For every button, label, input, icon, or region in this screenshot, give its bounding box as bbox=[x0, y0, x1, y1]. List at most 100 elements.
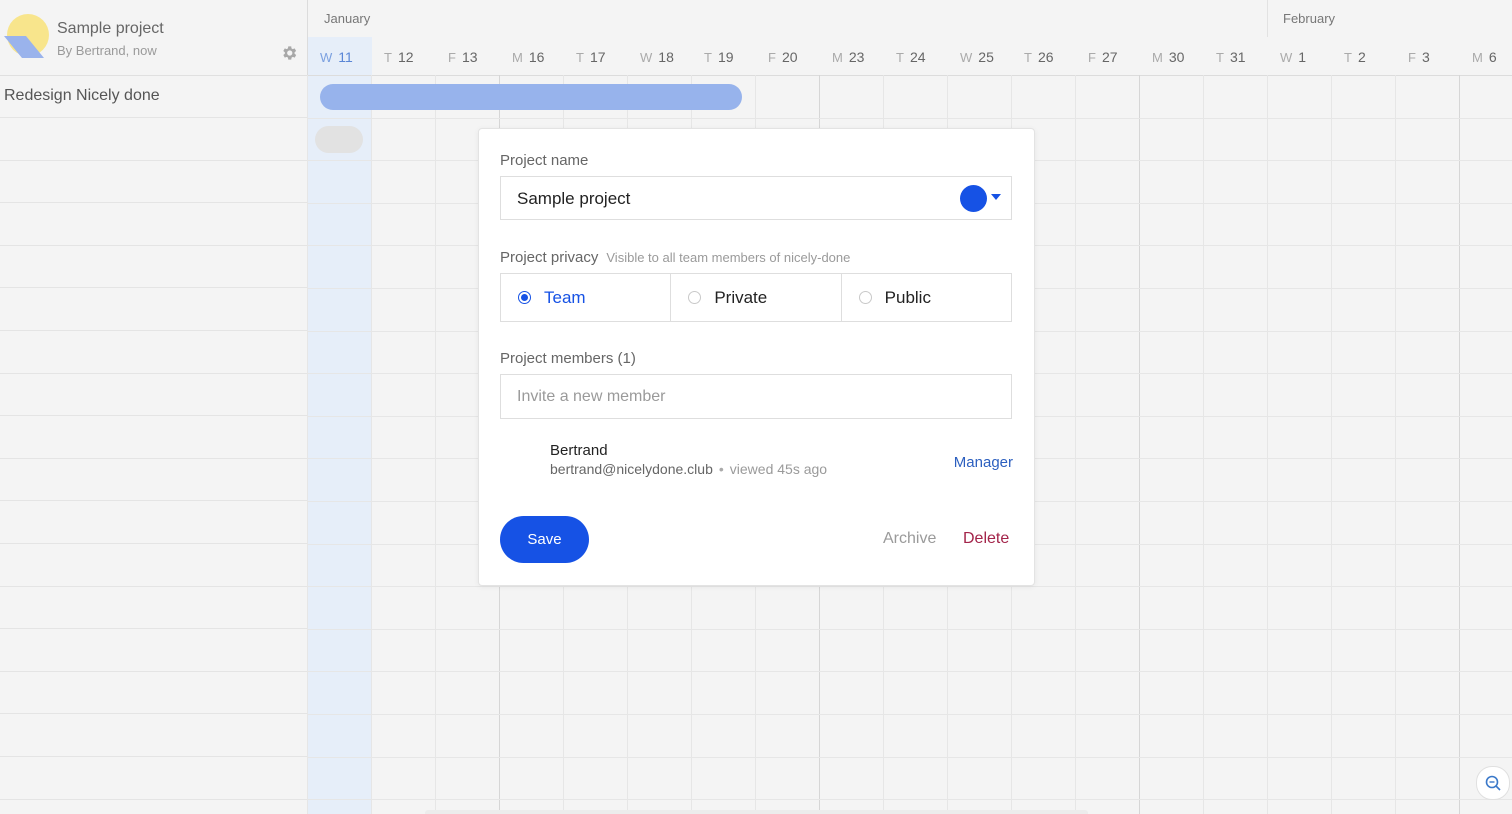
day-header-cell: F 27 bbox=[1076, 37, 1140, 75]
project-sidebar: Sample project By Bertrand, now Redesign… bbox=[0, 0, 308, 814]
privacy-option-private[interactable]: Private bbox=[670, 274, 840, 321]
day-number: 13 bbox=[461, 49, 478, 65]
day-number: 30 bbox=[1168, 49, 1185, 65]
day-number: 2 bbox=[1357, 49, 1366, 65]
member-email: bertrand@nicelydone.club bbox=[550, 461, 713, 477]
separator-dot: • bbox=[718, 461, 724, 477]
task-row-label: Redesign Nicely done bbox=[4, 87, 160, 104]
grid-row-line bbox=[308, 799, 1512, 801]
archive-button[interactable]: Archive bbox=[883, 530, 936, 548]
project-privacy-label: Project privacy bbox=[500, 249, 599, 266]
day-letter: T bbox=[704, 50, 712, 65]
day-number: 26 bbox=[1037, 49, 1054, 65]
task-row[interactable]: Redesign Nicely done bbox=[0, 75, 307, 118]
project-name-label: Project name bbox=[500, 152, 589, 169]
today-column bbox=[308, 75, 371, 814]
day-header-cell: F 13 bbox=[436, 37, 500, 75]
day-number: 18 bbox=[658, 49, 674, 65]
task-row bbox=[0, 416, 307, 459]
project-subtitle: By Bertrand, now bbox=[57, 43, 157, 58]
task-row bbox=[0, 373, 307, 417]
task-row bbox=[0, 245, 307, 289]
grid-column-line bbox=[1331, 75, 1332, 814]
day-number: 25 bbox=[978, 49, 994, 65]
day-letter: M bbox=[832, 50, 843, 65]
chevron-down-icon[interactable] bbox=[991, 194, 1001, 200]
day-header-cell: T 17 bbox=[564, 37, 628, 75]
privacy-option-label: Team bbox=[544, 288, 586, 307]
day-letter: F bbox=[768, 50, 776, 65]
day-letter: M bbox=[512, 50, 523, 65]
day-letter: F bbox=[1088, 50, 1096, 65]
member-name: Bertrand bbox=[550, 442, 608, 459]
grid-row-line bbox=[308, 117, 1512, 119]
grid-column-line bbox=[435, 75, 436, 814]
grid-row-line bbox=[308, 671, 1512, 673]
day-header: W 11 T 12 F 13 M 16 T 17 W 18 T 19 F 20 M 23 T 24 W 25 T 26 F 27 M… bbox=[308, 37, 1512, 76]
member-details: bertrand@nicelydone.club • viewed 45s ago bbox=[550, 461, 827, 477]
radio-button[interactable] bbox=[858, 291, 872, 304]
project-privacy-heading: Project privacy Visible to all team membe… bbox=[500, 249, 850, 266]
task-row bbox=[0, 118, 307, 161]
zoom-out-icon bbox=[1485, 775, 1501, 791]
grid-row-line bbox=[308, 628, 1512, 630]
day-header-cell: T 31 bbox=[1204, 37, 1268, 75]
day-number: 19 bbox=[717, 49, 734, 65]
day-letter: M bbox=[1472, 50, 1483, 65]
invite-member-input[interactable] bbox=[500, 374, 1012, 419]
day-header-cell: W 11 bbox=[308, 37, 372, 75]
privacy-option-public[interactable]: Public bbox=[840, 274, 1011, 321]
task-row bbox=[0, 544, 307, 587]
day-header-cell: T 12 bbox=[372, 37, 436, 75]
day-header-cell: T2 bbox=[1332, 37, 1396, 75]
task-row bbox=[0, 714, 307, 757]
day-number: 24 bbox=[909, 49, 926, 65]
grid-column-line bbox=[1075, 75, 1076, 814]
grid-row-line bbox=[308, 586, 1512, 588]
day-header-cell: M 23 bbox=[820, 37, 884, 75]
project-color-swatch[interactable] bbox=[960, 185, 987, 212]
member-role-dropdown[interactable]: Manager bbox=[954, 454, 1013, 471]
day-header-cell: W 18 bbox=[628, 37, 692, 75]
day-number: 12 bbox=[397, 49, 414, 65]
day-letter: W bbox=[320, 50, 333, 65]
privacy-option-team[interactable]: Team bbox=[501, 274, 670, 321]
day-letter: F bbox=[1408, 50, 1416, 65]
day-letter: T bbox=[896, 50, 904, 65]
project-name-field bbox=[500, 176, 1012, 220]
gear-icon[interactable] bbox=[280, 44, 298, 62]
task-row bbox=[0, 160, 307, 204]
grid-column-line bbox=[307, 75, 308, 814]
day-letter: T bbox=[1024, 50, 1032, 65]
delete-button[interactable]: Delete bbox=[963, 530, 1009, 548]
task-bar[interactable] bbox=[320, 84, 742, 110]
day-number: 11 bbox=[338, 49, 353, 65]
radio-button[interactable] bbox=[518, 291, 531, 304]
day-header-cell: M 16 bbox=[500, 37, 564, 75]
privacy-option-label: Public bbox=[884, 288, 931, 307]
grid-column-line bbox=[1139, 75, 1140, 814]
month-header: January February bbox=[308, 0, 1512, 37]
member-last-viewed: viewed 45s ago bbox=[729, 461, 828, 477]
day-letter: F bbox=[448, 50, 456, 65]
day-header-cell: F 20 bbox=[756, 37, 820, 75]
day-letter: T bbox=[1216, 50, 1224, 65]
day-number: 3 bbox=[1421, 49, 1430, 65]
grid-column-line bbox=[1459, 75, 1460, 814]
project-header: Sample project By Bertrand, now bbox=[0, 0, 307, 76]
day-number: 31 bbox=[1229, 49, 1246, 65]
day-header-cell: T 26 bbox=[1012, 37, 1076, 75]
project-name-input[interactable] bbox=[517, 189, 937, 209]
day-header-cell: T 19 bbox=[692, 37, 756, 75]
task-row bbox=[0, 671, 307, 715]
privacy-option-label: Private bbox=[714, 288, 768, 307]
task-row bbox=[0, 501, 307, 544]
task-row bbox=[0, 203, 307, 246]
radio-button[interactable] bbox=[688, 291, 702, 304]
zoom-button[interactable] bbox=[1476, 766, 1510, 800]
day-number: 23 bbox=[848, 49, 865, 65]
task-bar-placeholder[interactable] bbox=[315, 126, 363, 153]
save-button[interactable]: Save bbox=[500, 516, 589, 563]
day-header-cell: T 24 bbox=[884, 37, 948, 75]
day-header-cell: W1 bbox=[1268, 37, 1332, 75]
